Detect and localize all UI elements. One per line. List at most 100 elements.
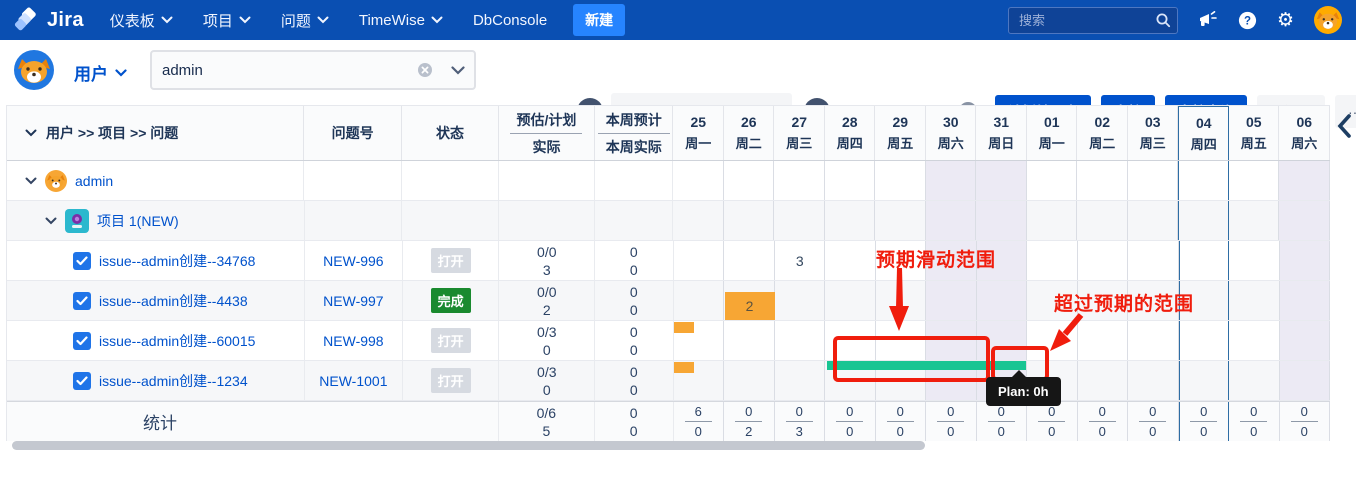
gantt-day-cell[interactable] bbox=[1179, 321, 1230, 360]
gantt-day-cell[interactable] bbox=[1027, 241, 1078, 280]
gantt-day-cell[interactable] bbox=[1179, 241, 1230, 280]
issue-checkbox[interactable] bbox=[73, 372, 91, 390]
gantt-day-cell[interactable] bbox=[1128, 201, 1179, 240]
gantt-day-cell[interactable] bbox=[977, 281, 1028, 320]
tree-item-label[interactable]: issue--admin创建--60015 bbox=[99, 331, 255, 351]
gantt-day-cell[interactable] bbox=[1078, 241, 1129, 280]
gantt-day-cell[interactable] bbox=[1280, 361, 1331, 400]
gantt-day-cell[interactable] bbox=[825, 241, 876, 280]
clear-icon[interactable] bbox=[408, 62, 442, 78]
estimate-cell bbox=[499, 161, 595, 200]
create-button[interactable]: 新建 bbox=[573, 4, 625, 36]
gantt-day-cell[interactable] bbox=[1280, 321, 1331, 360]
user-filter-input[interactable] bbox=[152, 62, 408, 79]
nav-menu-item[interactable]: 项目 bbox=[203, 10, 251, 31]
gantt-day-cell[interactable] bbox=[775, 321, 826, 360]
gantt-day-cell[interactable] bbox=[1229, 201, 1280, 240]
gantt-day-cell[interactable] bbox=[1128, 241, 1179, 280]
gantt-day-cell[interactable] bbox=[775, 361, 826, 400]
tree-item-label[interactable]: issue--admin创建--1234 bbox=[99, 371, 248, 391]
gantt-day-cell[interactable] bbox=[1229, 161, 1280, 200]
issue-key[interactable]: NEW-1001 bbox=[305, 361, 403, 400]
nav-menu-item[interactable]: DbConsole bbox=[473, 12, 547, 29]
gantt-day-cell[interactable] bbox=[1178, 201, 1229, 240]
gantt-day-cell[interactable] bbox=[825, 161, 876, 200]
gantt-day-cell[interactable] bbox=[1128, 361, 1179, 400]
gantt-day-cell[interactable] bbox=[724, 321, 775, 360]
gantt-day-cell[interactable] bbox=[724, 161, 775, 200]
nav-menu-item[interactable]: TimeWise bbox=[359, 12, 443, 29]
gantt-day-cell[interactable] bbox=[1280, 241, 1331, 280]
gantt-day-cell[interactable] bbox=[825, 281, 876, 320]
gantt-day-cell[interactable] bbox=[1229, 281, 1280, 320]
gantt-day-cell[interactable] bbox=[674, 281, 725, 320]
gantt-day-cell[interactable] bbox=[1077, 161, 1128, 200]
stats-day-top: 0 bbox=[1099, 404, 1106, 419]
panel-collapse-chevron-icon[interactable] bbox=[1336, 113, 1352, 139]
gantt-day-cell[interactable] bbox=[926, 161, 977, 200]
gantt-day-cell[interactable] bbox=[1077, 201, 1128, 240]
gantt-day-cell[interactable] bbox=[1027, 201, 1078, 240]
tree-item-label[interactable]: admin bbox=[75, 173, 113, 189]
gantt-day-cell[interactable] bbox=[775, 281, 826, 320]
jira-logo[interactable]: Jira bbox=[14, 7, 84, 33]
gantt-day-cell[interactable] bbox=[1178, 161, 1229, 200]
tree-item-label[interactable]: issue--admin创建--34768 bbox=[99, 251, 255, 271]
gantt-day-cell[interactable] bbox=[1279, 201, 1330, 240]
gantt-day-cell[interactable] bbox=[673, 201, 724, 240]
gantt-day-cell[interactable] bbox=[673, 161, 724, 200]
nav-menu-label: TimeWise bbox=[359, 12, 425, 29]
user-mode-dropdown[interactable]: 用户 bbox=[74, 60, 127, 85]
gantt-day-cell[interactable] bbox=[1179, 361, 1230, 400]
gantt-day-cell[interactable] bbox=[976, 201, 1027, 240]
nav-menu-item[interactable]: 仪表板 bbox=[110, 10, 173, 31]
tree-item-label[interactable]: 项目 1(NEW) bbox=[97, 211, 179, 231]
help-icon[interactable]: ? bbox=[1238, 11, 1257, 30]
filter-user-avatar[interactable] bbox=[14, 50, 54, 90]
gear-icon[interactable]: ⚙ bbox=[1277, 11, 1294, 30]
issue-checkbox[interactable] bbox=[73, 292, 91, 310]
issue-checkbox[interactable] bbox=[73, 252, 91, 270]
gantt-day-cell[interactable] bbox=[1027, 161, 1078, 200]
gantt-day-cell[interactable] bbox=[1229, 241, 1280, 280]
gantt-day-cell[interactable] bbox=[724, 201, 775, 240]
gantt-day-cell[interactable] bbox=[875, 161, 926, 200]
issue-key[interactable]: NEW-997 bbox=[305, 281, 403, 320]
gantt-day-cell[interactable] bbox=[774, 161, 825, 200]
megaphone-icon[interactable] bbox=[1198, 11, 1218, 29]
gantt-day-cell[interactable] bbox=[926, 201, 977, 240]
nav-menu-item[interactable]: 问题 bbox=[281, 10, 329, 31]
gantt-day-cell[interactable] bbox=[875, 201, 926, 240]
expand-chevron-icon[interactable] bbox=[45, 217, 57, 225]
gantt-day-cell[interactable] bbox=[774, 201, 825, 240]
gantt-day-cell[interactable] bbox=[825, 201, 876, 240]
gantt-day-cell[interactable] bbox=[1280, 281, 1331, 320]
expand-chevron-icon[interactable] bbox=[25, 177, 37, 185]
dropdown-chevron-icon[interactable] bbox=[442, 66, 474, 75]
gantt-day-cell[interactable] bbox=[724, 361, 775, 400]
collapse-all-chevron-icon[interactable] bbox=[25, 129, 37, 137]
gantt-day-cell[interactable] bbox=[1229, 361, 1280, 400]
gantt-orange-bar[interactable] bbox=[674, 362, 694, 373]
gantt-day-cell[interactable] bbox=[926, 281, 977, 320]
tree-item-label[interactable]: issue--admin创建--4438 bbox=[99, 291, 248, 311]
gantt-plan-block[interactable]: 2 bbox=[725, 292, 775, 320]
gantt-day-cell[interactable] bbox=[1078, 361, 1129, 400]
gantt-orange-bar[interactable] bbox=[674, 322, 694, 333]
search-input[interactable] bbox=[1008, 7, 1178, 34]
gantt-day-cell[interactable] bbox=[976, 161, 1027, 200]
horizontal-scrollbar[interactable] bbox=[12, 441, 925, 450]
gantt-day-cell[interactable] bbox=[1279, 161, 1330, 200]
gantt-day-cell[interactable] bbox=[724, 241, 775, 280]
issue-key[interactable]: NEW-998 bbox=[305, 321, 403, 360]
issue-key[interactable]: NEW-996 bbox=[305, 241, 403, 280]
gantt-plan-number[interactable]: 3 bbox=[775, 241, 826, 280]
issue-checkbox[interactable] bbox=[73, 332, 91, 350]
user-avatar[interactable] bbox=[1314, 6, 1342, 34]
gantt-day-cell[interactable] bbox=[1128, 161, 1179, 200]
gantt-day-cell[interactable] bbox=[1229, 321, 1280, 360]
gantt-day-cell[interactable] bbox=[1128, 321, 1179, 360]
stats-day-top: 0 bbox=[1301, 404, 1308, 419]
search-icon[interactable] bbox=[1155, 12, 1171, 28]
gantt-day-cell[interactable] bbox=[674, 241, 725, 280]
